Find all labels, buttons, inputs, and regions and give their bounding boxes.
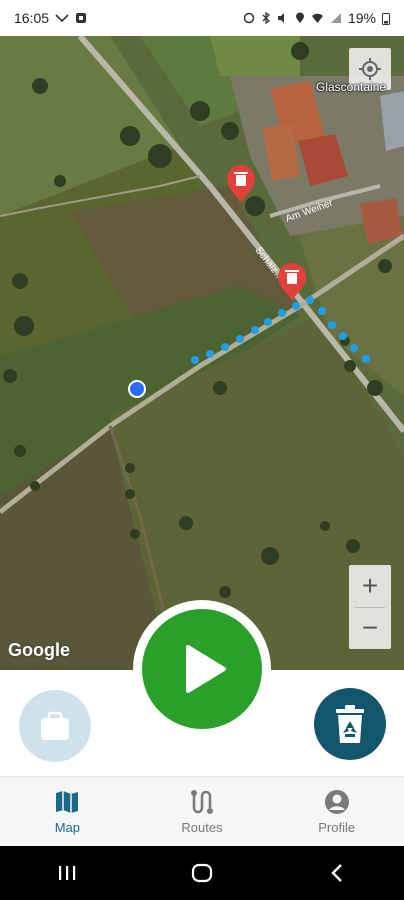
poi-label-glascontainer[interactable]: Glascontaine <box>316 80 386 94</box>
system-navigation-bar <box>0 846 404 900</box>
zoom-out-button[interactable]: − <box>349 608 391 650</box>
play-icon <box>186 645 226 693</box>
nav-label-map: Map <box>54 820 80 835</box>
mute-icon <box>277 13 284 23</box>
user-location-dot <box>128 380 146 398</box>
status-time: 16:05 <box>14 10 50 26</box>
recycle-bin-button[interactable] <box>314 688 386 760</box>
nav-item-map[interactable]: Map <box>0 777 135 846</box>
bag-icon <box>41 711 69 740</box>
profile-icon <box>324 790 349 814</box>
recent-apps-icon <box>59 866 76 880</box>
satellite-map[interactable]: Am Weiher Schälz…str <box>0 36 404 670</box>
start-button-fill[interactable] <box>142 609 262 729</box>
bottom-navigation: Map Routes Profile <box>0 776 404 846</box>
nav-item-profile[interactable]: Profile <box>269 777 404 846</box>
wifi-call-icon <box>55 14 69 23</box>
zoom-in-button[interactable]: + <box>349 565 391 607</box>
map-icon <box>56 791 79 813</box>
nav-item-routes[interactable]: Routes <box>135 777 270 846</box>
recycle-bin-icon <box>336 705 364 743</box>
zoom-control: + − <box>349 565 391 649</box>
map-view[interactable]: Am Weiher Schälz…str Glascontaine + − Go… <box>0 36 404 670</box>
location-icon <box>295 12 304 23</box>
status-bar: 16:05 19% <box>0 0 404 36</box>
battery-percent: 19% <box>347 10 376 26</box>
wifi-icon <box>311 13 323 23</box>
nav-label-routes: Routes <box>181 820 223 835</box>
alarm-icon <box>243 12 255 24</box>
home-icon <box>191 863 213 883</box>
notification-icon <box>76 13 87 23</box>
back-icon <box>330 864 342 882</box>
google-attribution: Google <box>8 640 70 660</box>
bag-button[interactable] <box>19 690 91 762</box>
status-right: 19% <box>243 10 390 26</box>
routes-icon <box>191 790 213 814</box>
bluetooth-icon <box>262 12 270 24</box>
home-button[interactable] <box>172 861 232 885</box>
crosshair-icon <box>359 58 381 80</box>
signal-icon <box>330 13 341 23</box>
status-left: 16:05 <box>14 10 87 26</box>
battery-icon <box>382 12 390 25</box>
nav-label-profile: Profile <box>318 820 356 835</box>
back-button[interactable] <box>307 863 367 883</box>
recent-apps-button[interactable] <box>37 864 97 882</box>
start-button[interactable] <box>133 600 271 738</box>
